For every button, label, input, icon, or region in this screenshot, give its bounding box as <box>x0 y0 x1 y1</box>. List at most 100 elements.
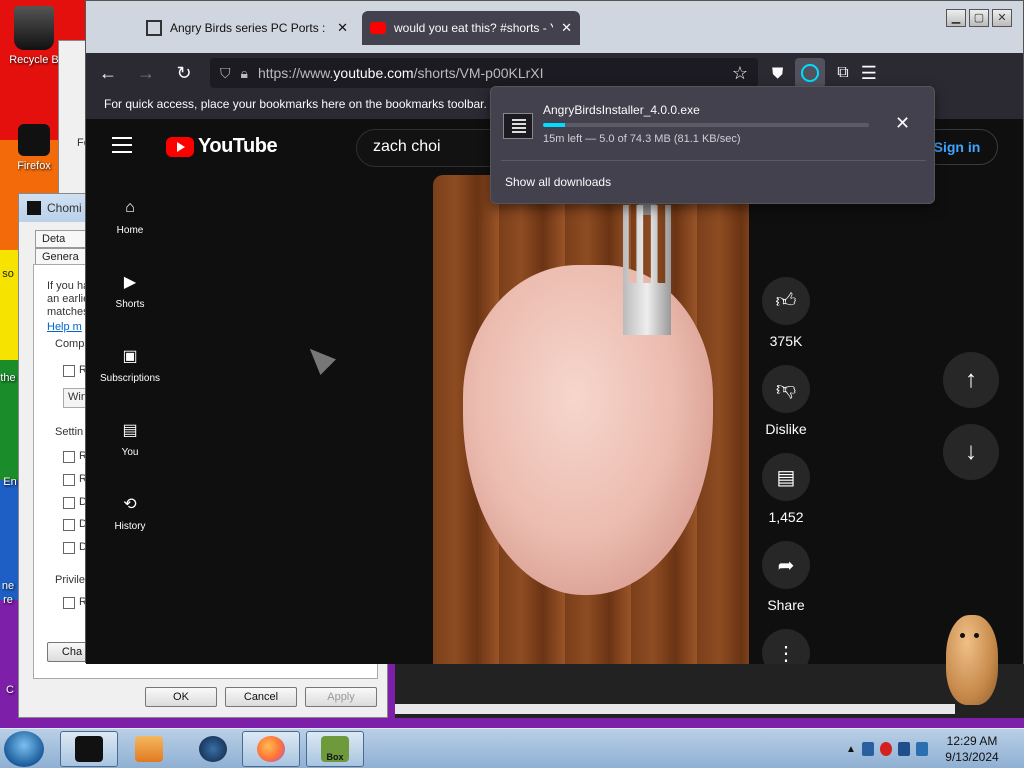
privilege-checkbox[interactable] <box>63 597 75 609</box>
sidebar-item-shorts[interactable]: ▶ Shorts <box>90 271 170 310</box>
settings-checkbox[interactable] <box>63 474 75 486</box>
sidebar-label: Shorts <box>115 299 145 310</box>
settings-checkbox[interactable] <box>63 542 75 554</box>
more-options-button[interactable]: ⋮ <box>751 629 821 664</box>
tab-youtube-shorts[interactable]: would you eat this? #shorts - Yo ✕ <box>362 11 580 45</box>
like-count: 375K <box>769 333 803 349</box>
clock-time: 12:29 AM <box>946 734 998 748</box>
start-button[interactable] <box>4 731 44 767</box>
lock-icon[interactable]: 🔒︎ <box>241 65 248 82</box>
close-tab-icon[interactable]: ✕ <box>337 20 348 36</box>
url-bar[interactable]: ⛉ 🔒︎ https://www.youtube.com/shorts/VM-p… <box>210 58 758 88</box>
share-button[interactable]: ➦ Share <box>751 541 821 613</box>
firefox-label: Firefox <box>17 160 51 172</box>
sidebar-item-history[interactable]: ⟲ History <box>90 493 170 532</box>
url-text[interactable]: https://www.youtube.com/shorts/VM-p00KLr… <box>258 65 544 81</box>
minimize-button[interactable]: ▁ <box>946 9 966 27</box>
settings-checkbox[interactable] <box>63 451 75 463</box>
console-icon <box>75 736 103 762</box>
taskbar-firefox[interactable] <box>242 731 300 767</box>
sidebar-item-subscriptions[interactable]: ▣ Subscriptions <box>90 345 170 384</box>
volume-icon[interactable] <box>915 742 928 756</box>
intro-line: matches <box>47 306 89 318</box>
cancel-download-icon[interactable]: ✕ <box>895 113 910 134</box>
thumbs-down-icon: 👎︎ <box>762 365 810 413</box>
app-icon <box>27 201 41 215</box>
recycle-bin-desktop-icon[interactable]: Recycle B <box>2 6 66 66</box>
taskbar-globe[interactable] <box>184 731 242 767</box>
ok-button[interactable]: OK <box>145 687 217 707</box>
recycle-bin-label: Recycle B <box>9 54 59 66</box>
shield-icon[interactable]: ⛉ <box>220 65 231 82</box>
cancel-button[interactable]: Cancel <box>225 687 297 707</box>
dislike-button[interactable]: 👎︎ Dislike <box>751 365 821 437</box>
firefox-icon <box>257 736 285 762</box>
background-scrollbar <box>395 704 955 714</box>
youtube-logo[interactable]: YouTube <box>166 135 278 158</box>
help-link[interactable]: Help m <box>47 321 82 333</box>
pocket-icon[interactable]: ⛊ <box>772 65 783 82</box>
video-frame-chicken <box>463 265 713 595</box>
hamster-eye <box>960 633 965 638</box>
taskbar-box-game[interactable]: Box <box>306 731 364 767</box>
sidebar-label: You <box>121 447 139 458</box>
back-icon[interactable]: ← <box>96 61 120 85</box>
sidebar-item-home[interactable]: ⌂ Home <box>90 197 170 236</box>
taskbar-cmd-window[interactable] <box>60 731 118 767</box>
history-icon: ⟲ <box>123 496 137 513</box>
url-path: /shorts/VM-p00KLrXI <box>413 65 544 81</box>
tab-angry-birds[interactable]: Angry Birds series PC Ports : Ro ✕ <box>138 11 356 45</box>
firefox-desktop-icon[interactable]: Firefox <box>2 124 66 172</box>
tray-app-icon[interactable] <box>861 742 874 756</box>
taskbar-media-player[interactable] <box>120 731 178 767</box>
like-button[interactable]: 👍︎ 375K <box>751 277 821 349</box>
download-progress-fill <box>543 123 565 127</box>
comment-icon: ▤ <box>762 453 810 501</box>
next-video-button[interactable]: ↓ <box>943 424 999 480</box>
reload-icon[interactable]: ↻ <box>172 61 196 85</box>
close-tab-icon[interactable]: ✕ <box>561 20 572 36</box>
network-icon[interactable] <box>897 742 910 756</box>
downloads-panel[interactable]: AngryBirdsInstaller_4.0.0.exe 15m left —… <box>490 86 935 204</box>
close-window-button[interactable]: ✕ <box>992 9 1012 27</box>
hamburger-menu-icon[interactable]: ☰ <box>861 63 877 84</box>
tab-title: would you eat this? #shorts - Yo <box>394 21 554 35</box>
bookmark-star-icon[interactable]: ☆ <box>732 63 748 84</box>
sidebar-label: Home <box>116 225 144 236</box>
url-host: youtube.com <box>333 65 414 81</box>
recycle-bin-icon <box>14 6 54 50</box>
download-status: 15m left — 5.0 of 74.3 MB (81.1 KB/sec) <box>543 133 741 145</box>
hamster-eye <box>974 633 979 638</box>
maximize-button[interactable]: ▢ <box>969 9 989 27</box>
hamster-body <box>946 615 998 705</box>
divider <box>501 160 926 161</box>
settings-checkbox[interactable] <box>63 497 75 509</box>
download-progress-icon <box>801 64 820 82</box>
previous-video-button[interactable]: ↑ <box>943 352 999 408</box>
box-game-label: Box <box>326 752 344 762</box>
comments-button[interactable]: ▤ 1,452 <box>751 453 821 525</box>
shorts-icon: ▶ <box>123 274 137 291</box>
home-icon: ⌂ <box>125 199 135 216</box>
guide-menu-icon[interactable] <box>112 137 132 153</box>
intro-line: If you ha <box>47 280 90 292</box>
thumbs-up-icon: 👍︎ <box>762 277 810 325</box>
taskbar-clock[interactable]: 12:29 AM 9/13/2024 <box>940 733 1004 765</box>
sidebar-item-you[interactable]: ▤ You <box>90 419 170 458</box>
taskbar: Box ▲ 12:29 AM 9/13/2024 <box>0 728 1024 768</box>
extensions-icon[interactable]: ⧉ <box>837 64 848 82</box>
box-game-icon: Box <box>321 736 349 762</box>
hamster-sticker <box>940 605 1002 705</box>
search-input[interactable]: zach choi <box>356 129 506 167</box>
firefox-icon <box>18 124 50 156</box>
more-vert-icon: ⋮ <box>762 629 810 664</box>
settings-checkbox[interactable] <box>63 519 75 531</box>
show-hidden-icons-icon[interactable]: ▲ <box>846 744 856 755</box>
shorts-video-player[interactable] <box>433 175 749 664</box>
downloads-button[interactable] <box>795 58 826 88</box>
forward-icon[interactable]: → <box>134 61 158 85</box>
show-all-downloads-button[interactable]: Show all downloads <box>505 175 611 189</box>
download-filename[interactable]: AngryBirdsInstaller_4.0.0.exe <box>543 103 700 117</box>
compat-checkbox[interactable] <box>63 365 75 377</box>
tray-app-icon[interactable] <box>879 742 892 756</box>
